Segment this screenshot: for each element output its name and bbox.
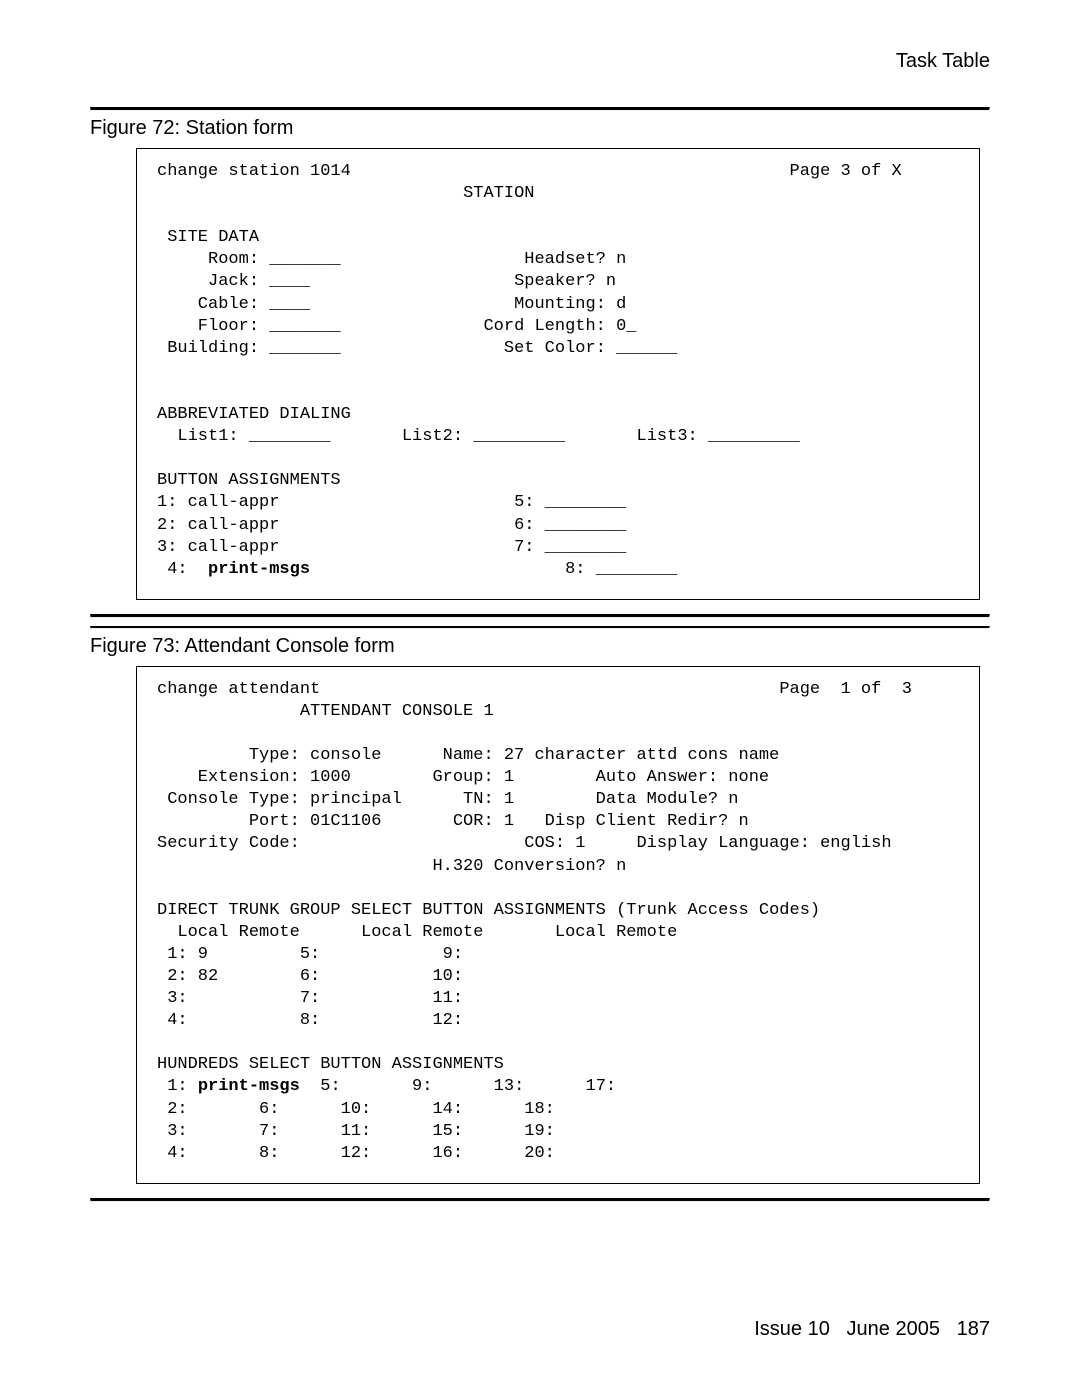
cordlen: Cord Length: 0_	[483, 317, 636, 336]
attendant-console-form-box: change attendant Page 1 of 3 ATTENDANT C…	[136, 666, 980, 1184]
page-header: Task Table	[90, 50, 990, 73]
page-indicator-2: Page 1 of 3	[779, 680, 912, 699]
r5: Security Code: COS: 1 Display Language: …	[157, 834, 892, 853]
form-title: STATION	[463, 184, 534, 203]
t3: 3: 7: 11:	[157, 989, 463, 1008]
speaker: Speaker? n	[494, 272, 616, 291]
b2: 2: call-appr	[157, 516, 279, 535]
headset: Headset? n	[494, 250, 627, 269]
rule-mid-b	[90, 626, 990, 629]
room: Room: _______	[167, 250, 340, 269]
cable: Cable: ____	[167, 295, 310, 314]
r3: Console Type: principal TN: 1 Data Modul…	[157, 790, 739, 809]
building: Building: _______	[167, 339, 340, 358]
r2: Extension: 1000 Group: 1 Auto Answer: no…	[157, 768, 769, 787]
b3: 3: call-appr	[157, 538, 279, 557]
t1: 1: 9 5: 9:	[157, 945, 463, 964]
station-form-box: change station 1014 Page 3 of X STATION …	[136, 148, 980, 600]
b1: 1: call-appr	[157, 493, 279, 512]
page-indicator: Page 3 of X	[790, 162, 902, 181]
floor: Floor: _______	[167, 317, 340, 336]
jack: Jack: ____	[167, 272, 310, 291]
r4: Port: 01C1106 COR: 1 Disp Client Redir? …	[157, 812, 749, 831]
b4b-print-msgs: print-msgs	[208, 560, 310, 579]
hund-hdr: HUNDREDS SELECT BUTTON ASSIGNMENTS	[157, 1055, 504, 1074]
r6: H.320 Conversion? n	[157, 857, 626, 876]
footer-date: June 2005	[847, 1318, 940, 1340]
figure-72-caption: Figure 72: Station form	[90, 117, 990, 140]
setcolor: Set Color: ______	[494, 339, 678, 358]
btn-label: BUTTON ASSIGNMENTS	[157, 471, 341, 490]
t4: 4: 8: 12:	[157, 1011, 463, 1030]
list2: List2: _________	[402, 427, 565, 446]
abbrev-label: ABBREVIATED DIALING	[157, 405, 351, 424]
b8: 8: ________	[565, 560, 677, 579]
list1: List1: ________	[177, 427, 330, 446]
mounting: Mounting: d	[494, 295, 627, 314]
r1: Type: console Name: 27 character attd co…	[157, 746, 779, 765]
h1a: 1:	[157, 1077, 198, 1096]
page: Task Table Figure 72: Station form chang…	[0, 0, 1080, 1397]
form-title-2: ATTENDANT CONSOLE 1	[300, 702, 494, 721]
h2: 2: 6: 10: 14: 18:	[157, 1100, 555, 1119]
rule-bottom	[90, 1198, 990, 1202]
t2: 2: 82 6: 10:	[157, 967, 463, 986]
rule-top-1	[90, 107, 990, 111]
footer-issue: Issue 10	[754, 1318, 830, 1340]
footer-page: 187	[957, 1318, 990, 1340]
h1c: 5: 9: 13: 17:	[300, 1077, 616, 1096]
b5: 5: ________	[514, 493, 626, 512]
h3: 3: 7: 11: 15: 19:	[157, 1122, 555, 1141]
lr-hdr: Local Remote Local Remote Local Remote	[157, 923, 677, 942]
cmd2: change attendant	[157, 680, 320, 699]
page-footer: Issue 10 June 2005 187	[754, 1318, 990, 1341]
b4a: 4:	[157, 560, 208, 579]
figure-73-caption: Figure 73: Attendant Console form	[90, 635, 990, 658]
list3: List3: _________	[637, 427, 800, 446]
site-data-label: SITE DATA	[167, 228, 259, 247]
b7: 7: ________	[514, 538, 626, 557]
b6: 6: ________	[514, 516, 626, 535]
h1b-print-msgs: print-msgs	[198, 1077, 300, 1096]
trunk-hdr: DIRECT TRUNK GROUP SELECT BUTTON ASSIGNM…	[157, 901, 820, 920]
cmd: change station 1014	[157, 162, 351, 181]
h4: 4: 8: 12: 16: 20:	[157, 1144, 555, 1163]
